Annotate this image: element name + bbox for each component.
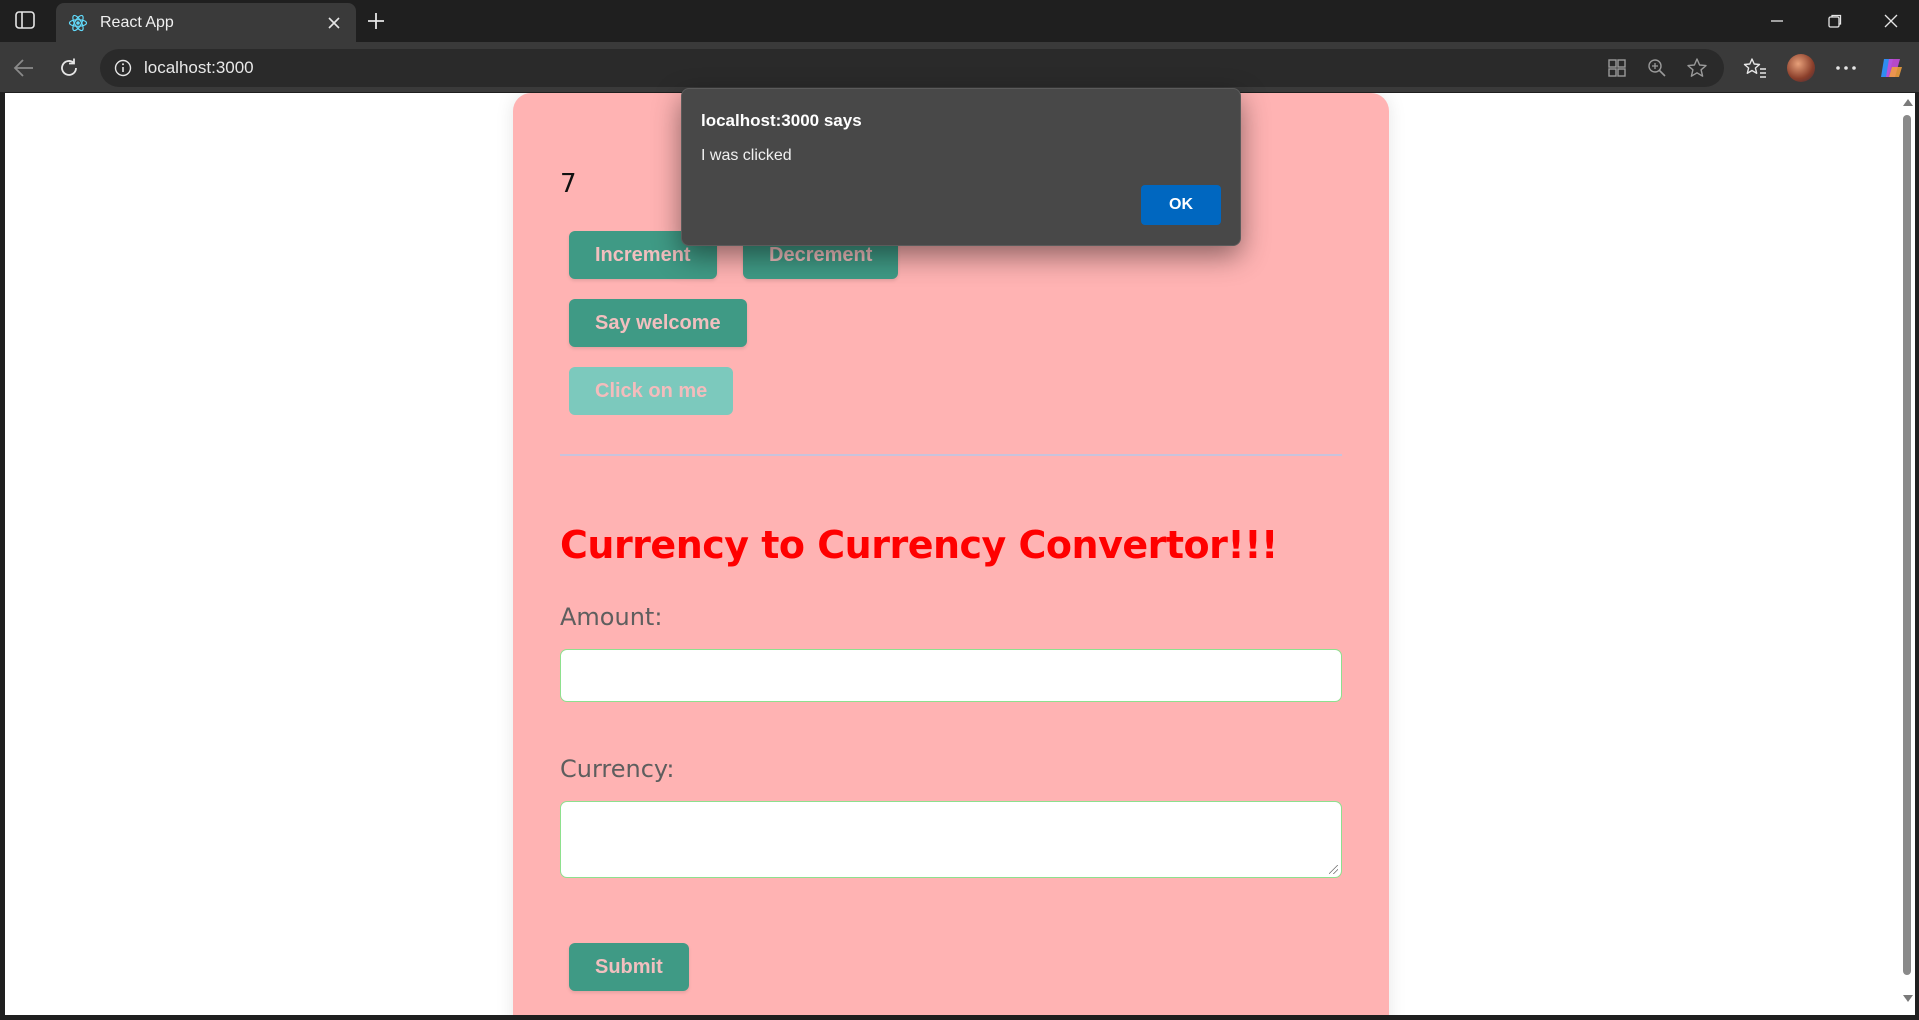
sidebar-toggle-icon[interactable]	[14, 10, 36, 30]
browser-toolbar: localhost:3000	[0, 42, 1919, 92]
favorites-icon[interactable]	[1740, 53, 1770, 83]
back-arrow-icon[interactable]	[10, 54, 38, 82]
submit-button[interactable]: Submit	[569, 943, 689, 991]
address-url: localhost:3000	[144, 58, 254, 77]
browser-tab-bar: React App	[0, 0, 1919, 42]
reload-icon[interactable]	[55, 54, 83, 82]
amount-input[interactable]	[560, 649, 1342, 702]
address-bar[interactable]: localhost:3000	[100, 49, 1724, 87]
plus-icon[interactable]	[364, 9, 388, 33]
currency-textarea[interactable]	[560, 801, 1342, 878]
amount-label: Amount:	[560, 603, 663, 631]
star-icon[interactable]	[1684, 56, 1710, 80]
info-icon[interactable]	[112, 57, 134, 79]
browser-tab[interactable]: React App	[56, 3, 356, 42]
restore-icon[interactable]	[1820, 8, 1850, 34]
scroll-down-icon[interactable]	[1903, 995, 1913, 1002]
page-scrollbar[interactable]	[1899, 93, 1915, 1015]
alert-dialog: localhost:3000 says I was clicked OK	[681, 88, 1241, 246]
resize-handle-icon[interactable]	[1329, 865, 1338, 874]
dialog-message: I was clicked	[701, 147, 792, 164]
counter-value: 7	[560, 169, 577, 199]
dialog-title: localhost:3000 says	[701, 111, 862, 130]
react-logo-icon	[68, 13, 88, 33]
app-grid-icon[interactable]	[1604, 56, 1630, 80]
zoom-icon[interactable]	[1644, 56, 1670, 80]
avatar[interactable]	[1786, 53, 1816, 83]
profile-avatar-icon	[1787, 54, 1815, 82]
say-welcome-button[interactable]: Say welcome	[569, 299, 747, 347]
copilot-icon[interactable]	[1876, 53, 1906, 83]
scroll-up-icon[interactable]	[1903, 99, 1913, 106]
close-icon[interactable]	[324, 13, 344, 33]
currency-label: Currency:	[560, 755, 675, 783]
scroll-thumb[interactable]	[1903, 115, 1911, 975]
section-divider	[560, 454, 1342, 456]
close-window-icon[interactable]	[1876, 8, 1906, 34]
minimize-icon[interactable]	[1762, 8, 1792, 34]
tab-title: React App	[100, 13, 174, 31]
click-on-me-button[interactable]: Click on me	[569, 367, 734, 415]
dialog-ok-button[interactable]: OK	[1141, 185, 1221, 225]
more-icon[interactable]	[1831, 53, 1861, 83]
converter-heading: Currency to Currency Convertor!!!	[560, 523, 1278, 567]
